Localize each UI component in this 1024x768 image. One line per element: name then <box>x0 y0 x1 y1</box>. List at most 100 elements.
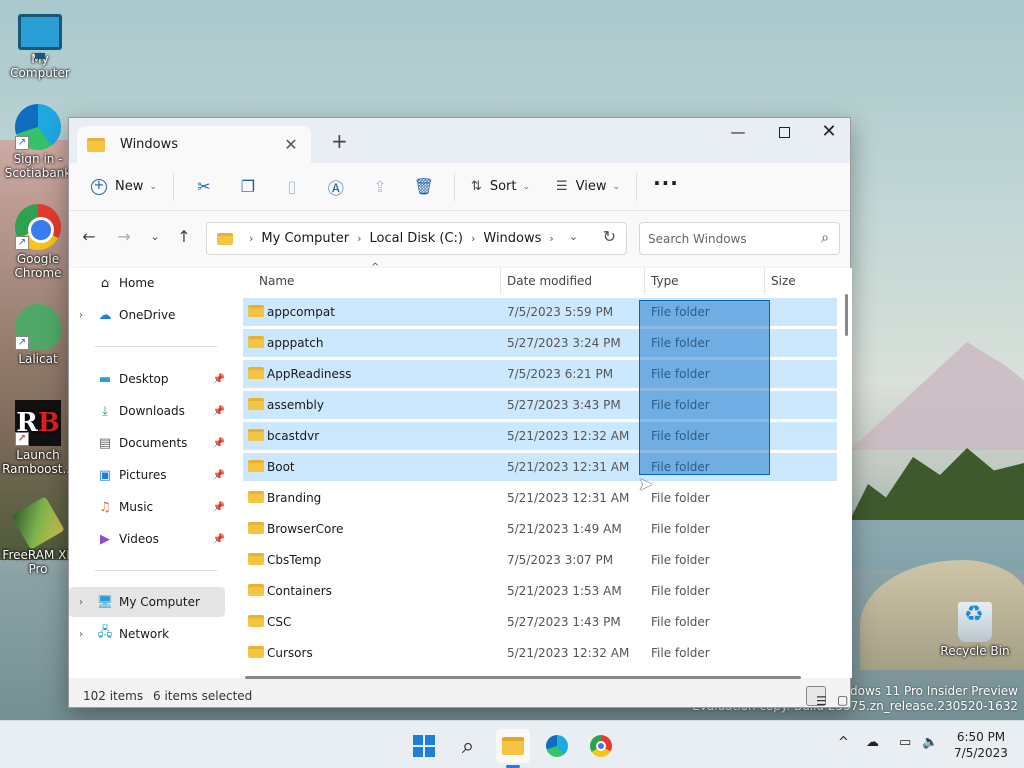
pin-icon[interactable]: 📌 <box>213 502 225 513</box>
breadcrumb-local-disk[interactable]: Local Disk (C:) <box>369 231 462 246</box>
taskbar-chrome[interactable] <box>584 729 618 763</box>
column-header-type[interactable]: Type <box>651 274 679 288</box>
toolbar-divider <box>453 172 455 201</box>
nav-item-downloads[interactable]: ⤓ Downloads 📌 <box>69 396 225 426</box>
column-divider[interactable] <box>644 268 645 294</box>
nav-item-music[interactable]: ♫ Music 📌 <box>69 492 225 522</box>
start-button[interactable] <box>407 729 441 763</box>
minimize-button[interactable]: — <box>715 118 761 148</box>
refresh-button[interactable]: ↻ <box>603 227 616 246</box>
pin-icon[interactable]: 📌 <box>213 534 225 545</box>
tiles-view-button[interactable]: ▢ <box>827 686 848 707</box>
table-row[interactable]: CSC 5/27/2023 1:43 PM File folder <box>243 608 837 636</box>
windows-logo-icon <box>413 735 435 757</box>
sort-button[interactable]: ⇅ Sort ⌄ <box>463 171 538 203</box>
desktop-icon-scotiabank[interactable]: ↗ Sign in - Scotiabank <box>0 104 78 180</box>
file-date: 5/21/2023 1:49 AM <box>507 522 622 536</box>
file-name: appcompat <box>267 305 335 319</box>
view-button[interactable]: ☰ View ⌄ <box>548 171 628 203</box>
new-tab-button[interactable]: + <box>331 129 351 153</box>
desktop-icon-ramboost[interactable]: RB ↗ Launch Ramboost... <box>0 400 78 476</box>
file-name: Cursors <box>267 646 313 660</box>
taskbar-search-button[interactable]: ⌕ <box>451 729 485 763</box>
new-button[interactable]: + New ⌄ <box>83 171 165 203</box>
table-row[interactable]: Branding 5/21/2023 12:31 AM File folder <box>243 484 837 512</box>
close-button[interactable]: ✕ <box>806 118 852 148</box>
nav-item-onedrive[interactable]: › ☁ OneDrive <box>69 300 225 330</box>
horizontal-scrollbar[interactable] <box>245 676 801 679</box>
details-view-button[interactable]: ☰ <box>806 686 827 708</box>
taskbar-file-explorer[interactable] <box>496 729 530 763</box>
desktop-icon-freeram[interactable]: FreeRAM XP Pro <box>0 496 78 576</box>
table-row[interactable]: CbsTemp 7/5/2023 3:07 PM File folder <box>243 546 837 574</box>
folder-icon <box>248 553 264 565</box>
column-header-name[interactable]: Name <box>259 274 294 288</box>
desktop-icon-chrome[interactable]: ↗ Google Chrome <box>0 204 78 280</box>
folder-icon <box>502 737 524 755</box>
chevron-right-icon[interactable]: › <box>79 310 95 321</box>
column-divider[interactable] <box>764 268 765 294</box>
nav-item-pictures[interactable]: ▣ Pictures 📌 <box>69 460 225 490</box>
taskbar: ⌕ ^ ☁ ▭ 🔈 6:50 PM 7/5/2023 <box>0 720 1024 768</box>
pin-icon[interactable]: 📌 <box>213 438 225 449</box>
vertical-scrollbar[interactable] <box>842 284 850 674</box>
desktop-icon-lalicat[interactable]: ↗ Lalicat <box>0 304 78 366</box>
file-name: CSC <box>267 615 292 629</box>
paste-button[interactable]: ▯ <box>277 171 307 203</box>
copy-button[interactable]: ❐ <box>233 171 263 203</box>
column-header-date[interactable]: Date modified <box>507 274 592 288</box>
nav-item-label: OneDrive <box>119 308 176 322</box>
network-icon[interactable]: ▭ <box>899 735 911 750</box>
table-row[interactable]: Cursors 5/21/2023 12:32 AM File folder <box>243 639 837 667</box>
back-button[interactable]: ← <box>77 227 101 246</box>
desktop-icon-recycle-bin[interactable]: Recycle Bin <box>935 598 1015 658</box>
file-type: File folder <box>651 553 710 567</box>
chevron-right-icon[interactable]: › <box>79 629 95 640</box>
column-header-size[interactable]: Size <box>771 274 796 288</box>
chevron-right-icon[interactable]: › <box>79 597 95 608</box>
pin-icon[interactable]: 📌 <box>213 374 225 385</box>
scrollbar-thumb[interactable] <box>845 294 848 336</box>
forward-button[interactable]: → <box>112 227 136 246</box>
nav-item-videos[interactable]: ▶ Videos 📌 <box>69 524 225 554</box>
file-name: CbsTemp <box>267 553 322 567</box>
cloud-offline-icon[interactable]: ☁ <box>866 735 879 750</box>
nav-item-desktop[interactable]: ▬ Desktop 📌 <box>69 364 225 394</box>
taskbar-edge[interactable] <box>540 729 574 763</box>
show-hidden-icons-button[interactable]: ^ <box>838 735 849 750</box>
nav-item-my-computer[interactable]: › 🖥 My Computer <box>69 587 225 617</box>
nav-item-home[interactable]: ⌂ Home <box>69 268 225 298</box>
breadcrumb-windows[interactable]: Windows <box>483 231 541 246</box>
cut-button[interactable]: ✂ <box>189 171 219 203</box>
search-input[interactable] <box>648 231 808 246</box>
desktop-icon-my-computer[interactable]: My Computer <box>0 8 80 80</box>
table-row[interactable]: BrowserCore 5/21/2023 1:49 AM File folder <box>243 515 837 543</box>
recent-locations-button[interactable]: ⌄ <box>143 230 167 243</box>
address-dropdown-button[interactable]: ⌄ <box>569 230 578 243</box>
nav-item-documents[interactable]: ▤ Documents 📌 <box>69 428 225 458</box>
nav-item-network[interactable]: › 🖧 Network <box>69 619 225 649</box>
maximize-button[interactable] <box>761 118 807 148</box>
search-icon[interactable]: ⌕ <box>821 230 829 246</box>
pin-icon[interactable]: 📌 <box>213 406 225 417</box>
table-row[interactable]: Containers 5/21/2023 1:53 AM File folder <box>243 577 837 605</box>
file-name: assembly <box>267 398 324 412</box>
tab-close-button[interactable]: ✕ <box>281 135 301 154</box>
taskbar-clock[interactable]: 6:50 PM 7/5/2023 <box>946 729 1016 761</box>
address-bar[interactable]: › My Computer › Local Disk (C:) › Window… <box>206 222 627 255</box>
share-button[interactable]: ⇪ <box>365 171 395 203</box>
tab-windows[interactable]: Windows ✕ <box>77 126 311 163</box>
file-date: 5/27/2023 3:43 PM <box>507 398 621 412</box>
breadcrumb-my-computer[interactable]: My Computer <box>261 231 349 246</box>
more-options-button[interactable]: ··· <box>645 171 687 203</box>
file-name: Boot <box>267 460 295 474</box>
nav-item-label: Desktop <box>119 372 169 386</box>
pin-icon[interactable]: 📌 <box>213 470 225 481</box>
up-button[interactable]: ↑ <box>172 227 196 246</box>
title-bar[interactable]: Windows ✕ + — ✕ <box>69 118 850 163</box>
delete-button[interactable]: 🗑 <box>409 171 439 203</box>
volume-icon[interactable]: 🔈 <box>922 735 938 750</box>
rename-button[interactable]: Ⓐ <box>321 171 351 203</box>
column-divider[interactable] <box>500 268 501 294</box>
address-row: ← → ⌄ ↑ › My Computer › Local Disk (C:) … <box>69 211 850 267</box>
